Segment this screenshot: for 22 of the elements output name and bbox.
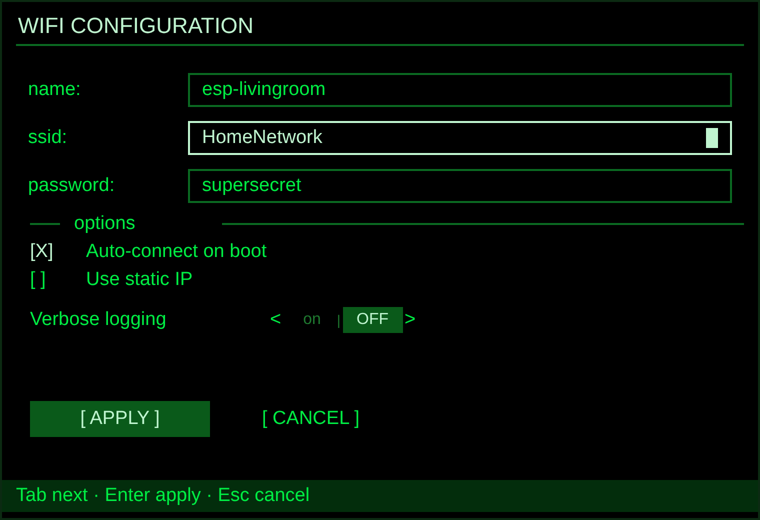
toggle-option[interactable]: OFF (342, 307, 403, 333)
previous-arrow[interactable]: < (270, 309, 282, 331)
text-cursor (706, 128, 718, 148)
field-label: password: (28, 175, 116, 197)
checkbox-label: Auto-connect on boot (86, 241, 267, 263)
action-button[interactable]: [ APPLY ] (30, 401, 210, 437)
input-field[interactable]: supersecret (188, 169, 732, 203)
checkbox-label: Use static IP (86, 269, 193, 291)
input-field[interactable]: esp-livingroom (188, 73, 732, 107)
window-title: WIFI CONFIGURATION (16, 12, 744, 46)
toggle-option[interactable]: on (289, 307, 335, 333)
action-button[interactable]: [ CANCEL ] (262, 401, 360, 437)
separator: | (336, 312, 341, 328)
field-label: ssid: (28, 127, 68, 149)
section-title: options (74, 213, 136, 235)
checkbox[interactable]: [ ] (30, 269, 86, 291)
status-bar: Tab next · Enter apply · Esc cancel (2, 480, 758, 512)
next-arrow[interactable]: > (404, 309, 416, 331)
input-field[interactable]: HomeNetwork (188, 121, 732, 155)
checkbox[interactable]: [X] (30, 241, 86, 263)
field-label: name: (28, 79, 82, 101)
toggle-label: Verbose logging (30, 309, 168, 331)
